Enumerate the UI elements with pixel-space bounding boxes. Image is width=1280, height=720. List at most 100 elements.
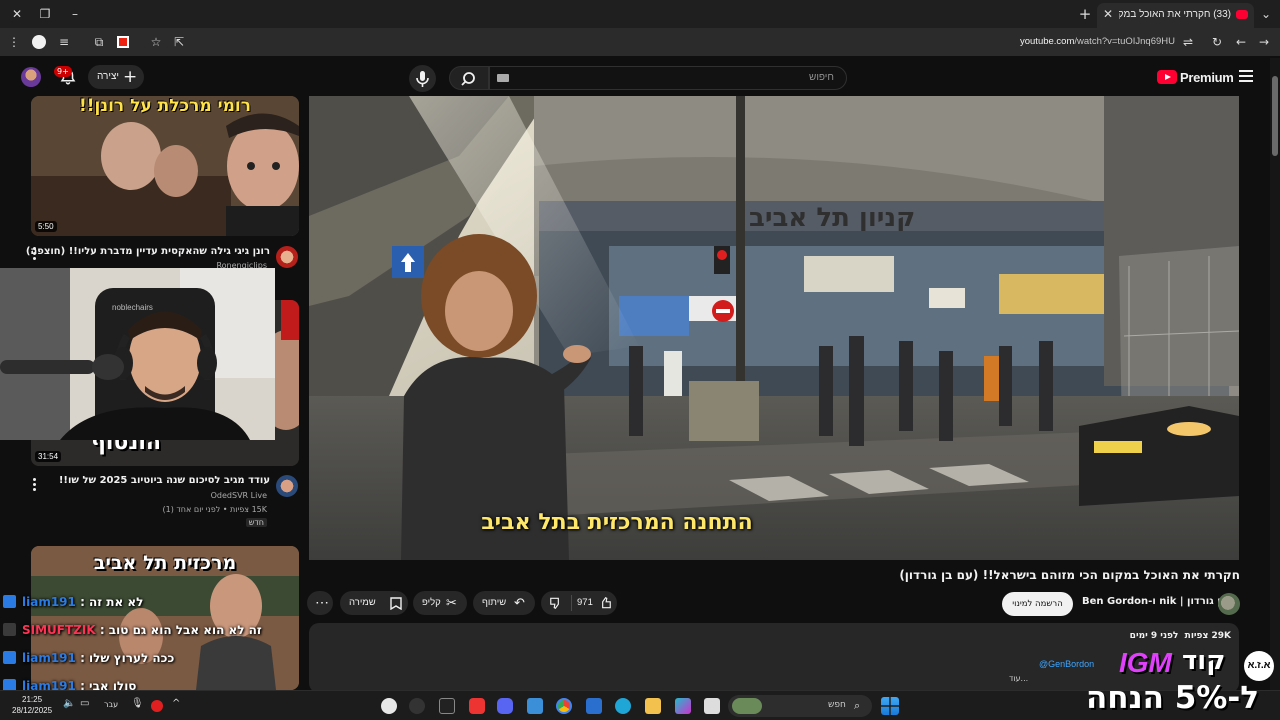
search-input[interactable]: חיפוש [489,66,847,90]
like-dislike-group: 971 [541,591,617,615]
scissors-icon: ✂ [446,595,457,610]
search-button[interactable] [449,66,489,90]
more-actions-button[interactable]: ⋯ [307,591,333,615]
subscribe-button[interactable]: הרשמה למינוי [1002,592,1073,616]
recording-extension-icon[interactable] [115,34,131,50]
chat-badge-icon [3,595,16,608]
like-icon[interactable] [598,596,612,610]
taskbar-app-red-icon[interactable] [469,698,485,714]
youtube-play-icon [1157,70,1177,84]
description-more-link[interactable]: ...עוד [1009,674,1028,683]
reload-icon[interactable]: ↻ [1209,34,1225,50]
maximize-icon[interactable]: ❐ [36,5,54,23]
create-button[interactable]: יצירה + [88,65,144,89]
dislike-icon[interactable] [549,596,563,610]
youtube-premium-logo[interactable]: Premium [1157,69,1234,85]
taskbar-app-icon[interactable] [675,698,691,714]
related-menu-icon[interactable] [33,478,37,493]
taskbar-search[interactable]: חפש ⌕ [728,695,872,717]
bookmark-star-icon[interactable]: ☆ [148,34,164,50]
scrollbar-thumb[interactable] [1272,76,1278,156]
extensions-icon[interactable]: ⧉ [91,34,107,50]
channel-name[interactable]: Ben Gordon-ו nik | בן גורדון [1082,596,1227,607]
like-count: 971 [577,597,593,608]
video-player[interactable]: קניון תל אביב התחנה המרכזית בתל אביב [309,96,1239,560]
taskbar-chrome-icon[interactable] [556,698,572,714]
tray-overflow-icon[interactable]: ^ [172,698,188,714]
taskbar-taskview-icon[interactable] [704,698,720,714]
forward-icon[interactable]: ← [1233,34,1249,50]
media-control-icon[interactable]: ≡ [56,34,72,50]
streamer-webcam-overlay: noblechairs [0,268,275,440]
tray-app-icon[interactable] [151,700,163,712]
microphone-icon[interactable]: 🎙 [131,698,147,714]
guide-menu-icon[interactable] [1239,70,1253,82]
video-subtitle: התחנה המרכזית בתל אביב [309,510,1239,535]
taskbar-store-icon[interactable] [586,698,602,714]
tab-search-icon[interactable]: ⌄ [1257,5,1275,23]
tab-close-icon[interactable]: ✕ [1103,7,1113,21]
clock-date: 28/12/2025 [12,706,53,715]
windows-start-icon[interactable] [881,697,899,715]
related-channel-avatar[interactable] [276,475,298,497]
browser-tab-active[interactable]: ✕ (33) חקרתי את האוכל במקום ה [1097,3,1254,28]
related-thumbnail[interactable]: רומי מרכלת על רונן!! 5:50 [31,96,299,236]
url-domain: youtube.com [1019,36,1075,47]
chat-message: SIMUFTZIK : זה לא הוא אבל הוא גם טוב [3,623,262,641]
chair-brand-text: noblechairs [112,303,153,312]
related-video-channel[interactable]: OdedSVR Live [211,491,267,500]
network-icon[interactable]: ▭ [80,698,96,714]
chat-message: liam191 : ככה לערוץ שלו [3,651,174,669]
bookmark-icon [390,597,402,610]
thumbnail-caption: מרכזית תל אביב [93,552,237,574]
input-language[interactable]: עבר [104,700,124,716]
chat-badge-icon [3,651,16,664]
tab-title: (33) חקרתי את האוכל במקום ה [1119,9,1231,20]
taskbar-explorer-icon[interactable] [645,698,661,714]
address-bar[interactable]: youtube.com/watch?v=tuOIJnq69HU [1000,36,1175,47]
channel-avatar[interactable] [1218,593,1240,615]
search-highlight-icon [732,698,762,714]
taskbar-app-epic-icon[interactable] [439,698,455,714]
views-and-date: 29K צפיות לפני 9 ימים [1130,631,1231,641]
install-app-icon[interactable]: ⇱ [171,34,187,50]
url-path: /watch?v=tuOIJnq69HU [1074,36,1175,47]
profile-icon[interactable] [31,34,47,50]
taskbar-app-obs-icon[interactable] [381,698,397,714]
youtube-favicon-icon [1236,10,1248,19]
volume-icon[interactable]: 🔈 [63,698,79,714]
browser-tab-strip: ✕ ❐ – + ✕ (33) חקרתי את האוכל במקום ה ⌄ [0,0,1280,28]
page-scrollbar[interactable] [1270,58,1280,690]
create-label: יצירה [97,71,120,82]
thumbnail-image [31,96,299,236]
minimize-icon[interactable]: – [66,5,84,23]
close-window-icon[interactable]: ✕ [8,5,26,23]
save-label: שמירה [349,597,376,608]
account-avatar[interactable] [21,67,41,87]
voice-search-button[interactable] [409,65,436,92]
related-video-meta: 15K צפיות • לפני יום אחד (1) [162,505,267,514]
share-label: שיתוף [482,597,507,608]
related-menu-icon[interactable] [33,247,37,262]
site-settings-icon[interactable]: ⇌ [1180,34,1196,50]
svg-text:קניון תל אביב: קניון תל אביב [749,203,915,233]
save-button[interactable]: שמירה [340,591,408,615]
menu-dots-icon[interactable]: ⋮ [6,34,22,50]
related-video-title[interactable]: רונן גיגי גילה שהאקסית עדיין מדברת עליו!… [26,246,270,257]
new-tab-icon[interactable]: + [1076,5,1094,23]
share-button[interactable]: שיתוף ↶ [473,591,535,615]
keyboard-icon[interactable] [497,74,509,82]
upload-date: לפני 9 ימים [1129,631,1179,641]
taskbar-search-label: חפש [828,700,846,710]
plus-icon: + [123,67,138,87]
taskbar-app-obs2-icon[interactable] [409,698,425,714]
back-icon[interactable]: → [1256,34,1272,50]
taskbar-edge-icon[interactable] [615,698,631,714]
clip-label: קליפ [422,597,441,608]
clock[interactable]: 21:25 28/12/2025 [12,694,52,716]
related-channel-avatar[interactable] [276,246,298,268]
taskbar-discord-icon[interactable] [497,698,513,714]
clip-button[interactable]: קליפ ✂ [413,591,467,615]
taskbar-photos-icon[interactable] [527,698,543,714]
related-video-title[interactable]: עודד מגיב לסיכום שנה ביוטיוב 2025 של שו!… [59,475,270,486]
